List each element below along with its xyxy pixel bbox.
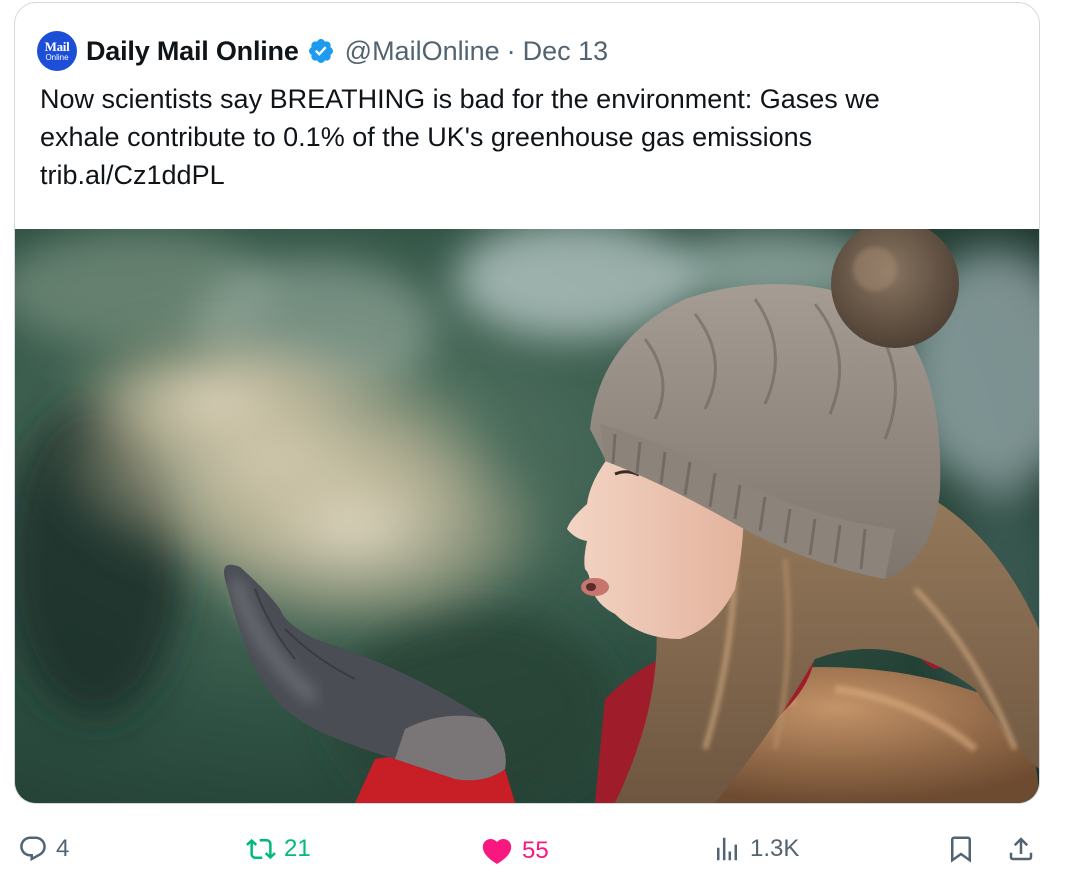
avatar[interactable]: Mail Online — [37, 31, 77, 71]
retweet-button[interactable]: 21 — [246, 834, 311, 864]
bookmark-button[interactable] — [946, 834, 984, 864]
views-icon — [717, 837, 737, 861]
author-handle[interactable]: @MailOnline — [345, 36, 500, 67]
header-separator: · — [506, 35, 516, 66]
views-count: 1.3K — [750, 835, 800, 862]
share-button[interactable] — [1006, 834, 1044, 864]
share-icon — [1009, 837, 1033, 861]
verified-badge-icon — [307, 37, 335, 65]
tweet-text-line: Now scientists say BREATHING is bad for … — [40, 84, 880, 114]
tweet-header: Mail Online Daily Mail Online @MailOnlin… — [37, 31, 608, 71]
author-name[interactable]: Daily Mail Online — [86, 36, 299, 67]
tweet-media-image[interactable] — [15, 229, 1039, 803]
views-button[interactable]: 1.3K — [712, 834, 799, 864]
quoted-tweet-card[interactable]: Mail Online Daily Mail Online @MailOnlin… — [14, 2, 1040, 804]
avatar-text-bottom: Online — [45, 53, 69, 62]
avatar-text-top: Mail — [44, 39, 70, 54]
heart-icon — [482, 838, 512, 864]
tweet-text: Now scientists say BREATHING is bad for … — [40, 80, 1020, 194]
retweet-icon — [246, 838, 276, 860]
retweet-count: 21 — [284, 835, 311, 862]
tweet-link[interactable]: trib.al/Cz1ddPL — [40, 156, 1020, 194]
tweet-date[interactable]: Dec 13 — [523, 36, 609, 67]
like-button[interactable]: 55 — [480, 834, 549, 868]
tweet-action-bar: 4 21 55 1.3K — [0, 820, 1086, 880]
bookmark-icon — [951, 836, 971, 863]
tweet-text-line: exhale contribute to 0.1% of the UK's gr… — [40, 122, 813, 152]
like-count: 55 — [522, 837, 549, 864]
reply-count: 4 — [56, 835, 70, 862]
reply-icon — [20, 836, 46, 862]
reply-button[interactable]: 4 — [18, 834, 69, 864]
